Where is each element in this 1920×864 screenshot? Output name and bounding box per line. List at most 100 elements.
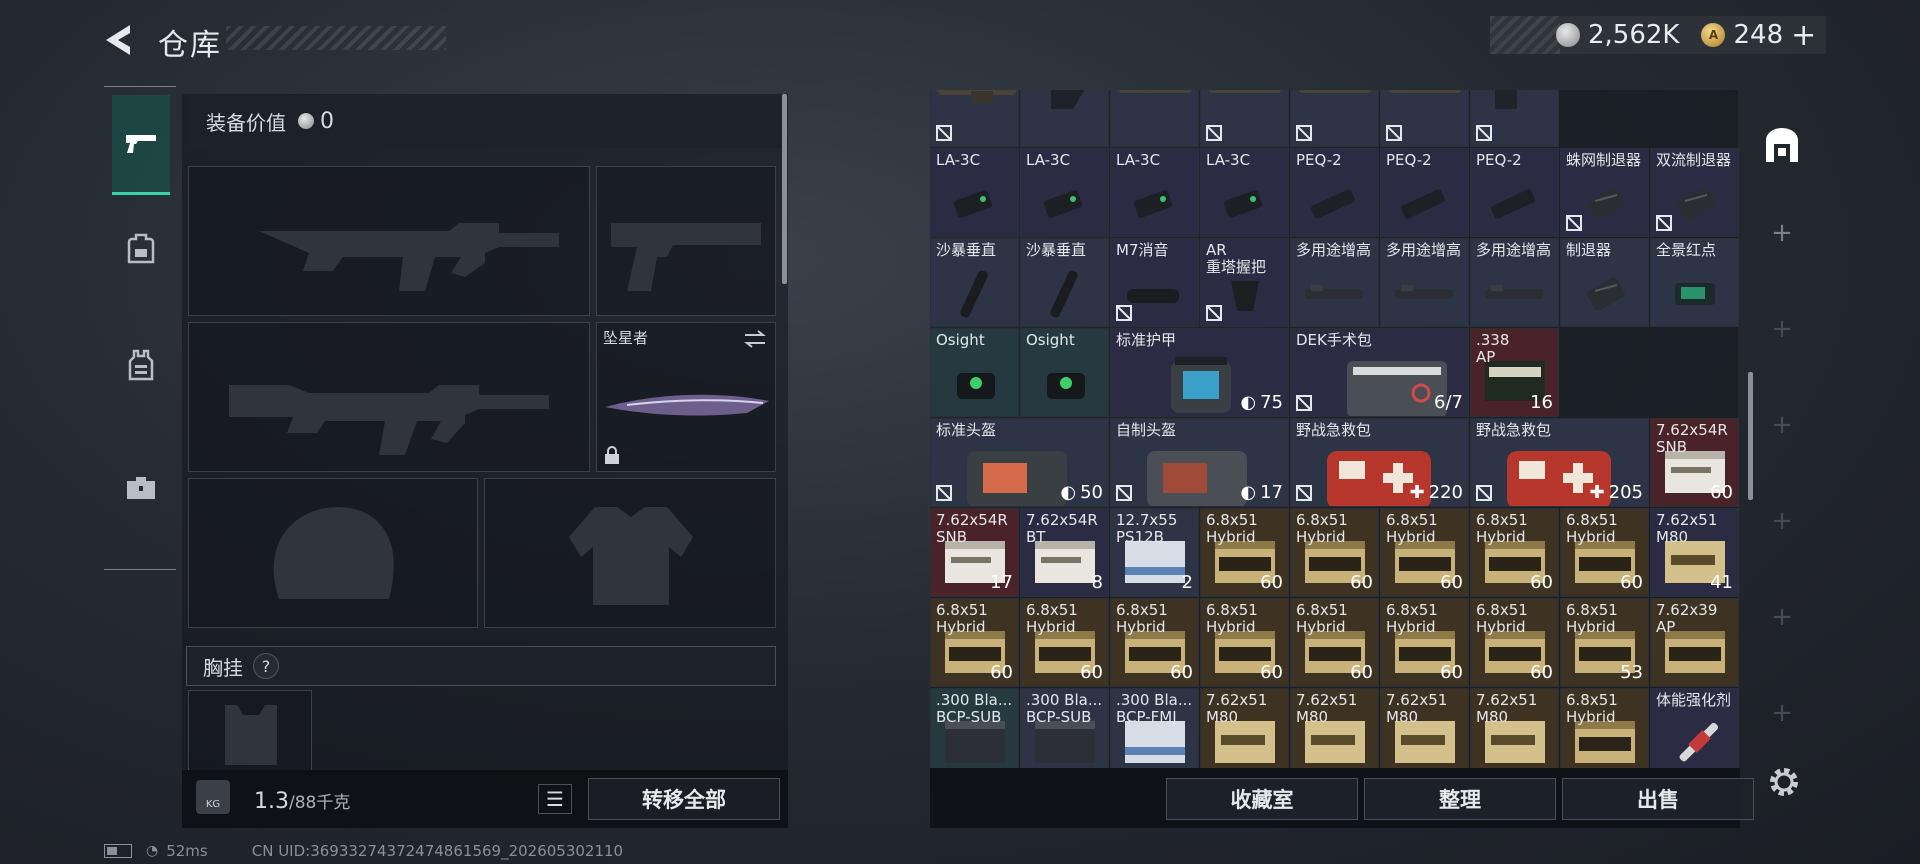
stash-item[interactable]: LA-3C (1110, 148, 1199, 237)
stash-item[interactable]: AR 重塔握把 (1200, 238, 1289, 327)
stash-item[interactable]: 6.8x51 Hybrid 60 (1470, 508, 1559, 597)
stash-item[interactable] (1020, 90, 1109, 147)
item-count-value: 8 (1091, 572, 1103, 593)
stash-item[interactable]: 7.62x54R SNB 17 (930, 508, 1019, 597)
stash-item[interactable]: PEQ-2 (1290, 148, 1379, 237)
stash-item[interactable]: 体能强化剂 (1650, 688, 1739, 768)
stash-item[interactable]: 沙暴垂直 (1020, 238, 1109, 327)
stash-item[interactable]: 7.62x39 AP (1650, 598, 1739, 687)
favorites-button[interactable]: 收藏室 (1166, 778, 1358, 820)
stash-item[interactable] (1470, 90, 1559, 147)
stash-item[interactable]: 6.8x51 Hybrid 60 (1200, 598, 1289, 687)
stash-item[interactable]: 沙暴垂直 (930, 238, 1019, 327)
laser-icon (1043, 190, 1083, 218)
stash-item[interactable]: 多用途增高 (1380, 238, 1469, 327)
stash-item[interactable]: 制退器 (1560, 238, 1649, 327)
stash-item[interactable]: M7消音 (1110, 238, 1199, 327)
no-carry-icon (1476, 485, 1492, 501)
item-count-value: 60 (1440, 572, 1463, 593)
tab-vest[interactable] (112, 315, 170, 415)
stash-item[interactable] (930, 90, 1019, 147)
tab-backpack[interactable] (112, 199, 170, 299)
tab-weapons[interactable] (112, 95, 170, 195)
sidearm-slot[interactable] (596, 166, 776, 316)
stash-item[interactable]: 6.8x51 Hybrid 53 (1560, 598, 1649, 687)
stash-item[interactable]: Osight (930, 328, 1019, 417)
stash-item[interactable]: 6.8x51 Hybrid 60 (1380, 508, 1469, 597)
stash-item[interactable]: 6.8x51 Hybrid 60 (1200, 508, 1289, 597)
stash-item[interactable]: 6.8x51 Hybrid 60 (1290, 508, 1379, 597)
stash-item[interactable]: DEK手术包 6/7 (1290, 328, 1469, 417)
stash-item[interactable]: .300 Bla... BCP-SUB (930, 688, 1019, 768)
stash-item[interactable]: 7.62x51 M80 (1380, 688, 1469, 768)
item-count: 60 (1530, 662, 1553, 683)
item-count: 60 (1260, 572, 1283, 593)
primary-weapon-slot[interactable] (188, 166, 590, 316)
stash-item[interactable]: 6.8x51 Hybrid 60 (1560, 508, 1649, 597)
help-icon[interactable]: ? (253, 653, 279, 679)
add-page-button[interactable]: + (1756, 314, 1808, 344)
stash-item[interactable]: 6.8x51 Hybrid 60 (1020, 598, 1109, 687)
helmet-slot[interactable] (188, 478, 478, 628)
transfer-all-button[interactable]: 转移全部 (588, 778, 780, 820)
add-page-button[interactable]: + (1756, 506, 1808, 536)
tab-toolbox[interactable] (112, 437, 170, 537)
list-view-button[interactable]: ☰ (538, 784, 572, 814)
stash-item[interactable] (1380, 90, 1469, 147)
stash-item[interactable]: .300 Bla... BCP-FMJ (1110, 688, 1199, 768)
stash-item[interactable]: 7.62x51 M80 (1200, 688, 1289, 768)
stash-item[interactable]: LA-3C (1020, 148, 1109, 237)
chest-rig-slot[interactable] (188, 690, 312, 770)
stash-item[interactable] (1200, 90, 1289, 147)
add-page-button[interactable]: + (1756, 698, 1808, 728)
stash-item[interactable]: .338 AP 16 (1470, 328, 1559, 417)
stash-item[interactable]: 6.8x51 Hybrid 60 (1110, 598, 1199, 687)
stash-item[interactable]: Osight (1020, 328, 1109, 417)
stash-item[interactable]: 多用途增高 (1470, 238, 1559, 327)
back-arrow-icon[interactable] (100, 22, 136, 58)
stash-item[interactable]: 7.62x51 M80 (1470, 688, 1559, 768)
stash-item[interactable]: 7.62x54R BT 8 (1020, 508, 1109, 597)
stash-item[interactable]: 7.62x51 M80 (1290, 688, 1379, 768)
stash-item[interactable]: 蛛网制退器 (1560, 148, 1649, 237)
stash-item[interactable]: 12.7x55 PS12B 2 (1110, 508, 1199, 597)
stash-item[interactable]: 多用途增高 (1290, 238, 1379, 327)
add-currency-button[interactable]: + (1791, 18, 1816, 53)
stash-item[interactable] (1290, 90, 1379, 147)
stash-item[interactable]: 野战急救包 ✚ 205 (1470, 418, 1649, 507)
stash-item[interactable]: 标准护甲 ◐ 75 (1110, 328, 1289, 417)
secondary-weapon-slot[interactable] (188, 322, 590, 472)
stash-item[interactable]: 6.8x51 Hybrid 60 (930, 598, 1019, 687)
stash-item[interactable]: LA-3C (930, 148, 1019, 237)
stash-item[interactable]: 6.8x51 Hybrid 60 (1470, 598, 1559, 687)
swap-icon[interactable] (743, 329, 767, 349)
stash-item[interactable]: 6.8x51 Hybrid 60 (1380, 598, 1469, 687)
stash-item[interactable]: 6.8x51 Hybrid (1560, 688, 1649, 768)
stash-icon[interactable] (1756, 126, 1808, 166)
item-name: 7.62x54R SNB (1656, 421, 1728, 456)
stash-item[interactable]: LA-3C (1200, 148, 1289, 237)
stash-item[interactable]: 野战急救包 ✚ 220 (1290, 418, 1469, 507)
item-name: 7.62x39 AP (1656, 601, 1718, 636)
stash-item[interactable] (1110, 90, 1199, 147)
stash-item[interactable]: PEQ-2 (1380, 148, 1469, 237)
add-page-button[interactable]: + (1756, 410, 1808, 440)
stash-item[interactable]: PEQ-2 (1470, 148, 1559, 237)
gear-icon[interactable] (1766, 764, 1802, 800)
stash-item[interactable]: 标准头盔 ◐ 50 (930, 418, 1109, 507)
add-page-button[interactable]: + (1756, 218, 1808, 248)
stash-item[interactable]: 7.62x51 M80 41 (1650, 508, 1739, 597)
sell-button[interactable]: 出售 (1562, 778, 1754, 820)
stash-item[interactable]: 双流制退器 (1650, 148, 1739, 237)
stash-item[interactable]: 7.62x54R SNB 60 (1650, 418, 1739, 507)
add-page-button[interactable]: + (1756, 602, 1808, 632)
stash-item[interactable]: 自制头盔 ◐ 17 (1110, 418, 1289, 507)
stash-scrollbar[interactable] (1748, 372, 1753, 500)
melee-slot[interactable]: 坠星者 (596, 322, 776, 472)
sort-button[interactable]: 整理 (1364, 778, 1556, 820)
armor-slot[interactable] (484, 478, 776, 628)
equipment-scrollbar[interactable] (782, 94, 787, 284)
stash-item[interactable]: .300 Bla... BCP-SUB (1020, 688, 1109, 768)
stash-item[interactable]: 全景红点 (1650, 238, 1739, 327)
stash-item[interactable]: 6.8x51 Hybrid 60 (1290, 598, 1379, 687)
